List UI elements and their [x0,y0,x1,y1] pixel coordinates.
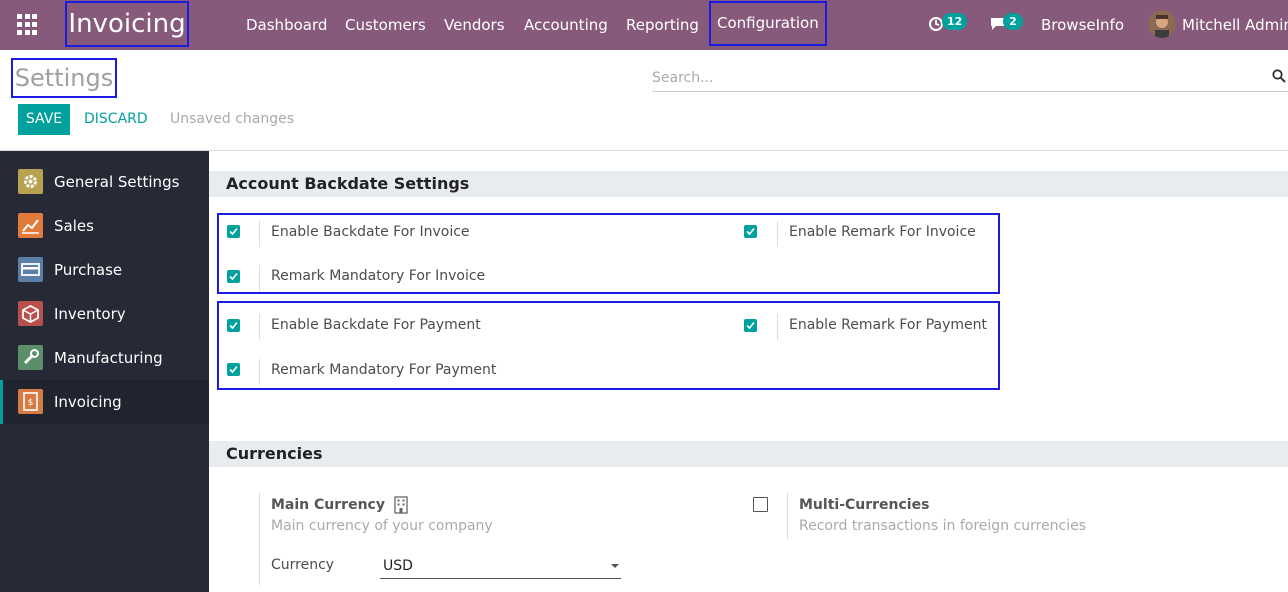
box-icon [18,301,43,326]
currency-field-label: Currency [271,557,335,573]
main-currency-title: Main Currency [271,497,385,513]
section-header-currencies: Currencies [209,441,1288,467]
enable-remark-invoice-checkbox[interactable] [744,225,757,238]
sidebar-item-inventory[interactable]: Inventory [0,292,209,336]
divider [259,314,260,340]
divider [259,493,260,585]
menu-accounting[interactable]: Accounting [524,0,608,50]
card-icon [18,257,43,282]
messages-badge: 2 [1003,13,1023,30]
user-avatar[interactable] [1148,10,1176,38]
chart-icon [18,213,43,238]
settings-sidebar: General Settings Sales Purchase Inventor… [0,151,209,592]
sidebar-item-label: General Settings [54,173,180,191]
remark-mandatory-invoice-label: Remark Mandatory For Invoice [271,268,486,284]
enable-remark-payment-checkbox[interactable] [744,319,757,332]
divider [787,493,788,539]
enable-backdate-invoice-checkbox[interactable] [227,225,240,238]
sidebar-item-label: Sales [54,217,94,235]
enable-backdate-payment-label: Enable Backdate For Payment [271,317,481,333]
app-brand[interactable]: Invoicing [65,1,189,47]
section-title: Currencies [226,444,323,463]
multi-currencies-title: Multi-Currencies [799,497,930,513]
enable-backdate-payment-checkbox[interactable] [227,319,240,332]
gear-icon [18,169,43,194]
invoice-icon: $ [18,389,43,414]
section-title: Account Backdate Settings [226,174,470,193]
building-icon [394,496,408,514]
user-menu[interactable]: Mitchell Admin [1182,0,1288,50]
menu-vendors[interactable]: Vendors [444,0,505,50]
menu-dashboard[interactable]: Dashboard [246,0,327,50]
enable-remark-payment-label: Enable Remark For Payment [789,317,987,333]
unsaved-status: Unsaved changes [170,111,295,127]
divider [777,221,778,247]
multi-currencies-description: Record transactions in foreign currencie… [799,518,1087,534]
sidebar-item-sales[interactable]: Sales [0,204,209,248]
multi-currencies-checkbox[interactable] [753,497,768,512]
divider [259,265,260,291]
apps-menu-icon[interactable] [17,14,38,35]
sidebar-item-label: Purchase [54,261,123,279]
sidebar-item-invoicing[interactable]: $ Invoicing [0,380,209,424]
company-switcher[interactable]: BrowseInfo [1041,0,1124,50]
svg-text:$: $ [28,398,34,408]
sidebar-item-label: Manufacturing [54,349,163,367]
wrench-icon [18,345,43,370]
sidebar-item-manufacturing[interactable]: Manufacturing [0,336,209,380]
sidebar-item-purchase[interactable]: Purchase [0,248,209,292]
search-icon[interactable] [1272,69,1286,83]
section-header-backdate: Account Backdate Settings [209,171,1288,197]
enable-backdate-invoice-label: Enable Backdate For Invoice [271,224,470,240]
search-bar [652,65,1288,92]
menu-customers[interactable]: Customers [345,0,426,50]
remark-mandatory-payment-label: Remark Mandatory For Payment [271,362,497,378]
menu-reporting[interactable]: Reporting [626,0,699,50]
activity-badge: 12 [942,13,968,30]
divider [777,314,778,340]
top-navbar: Invoicing Dashboard Customers Vendors Ac… [0,0,1288,50]
discard-button[interactable]: DISCARD [84,104,148,135]
main-currency-description: Main currency of your company [271,518,493,534]
page-title: Settings [11,58,117,98]
divider [259,359,260,385]
remark-mandatory-payment-checkbox[interactable] [227,363,240,376]
currency-select[interactable]: USD [380,553,621,579]
currency-value: USD [383,558,413,574]
remark-mandatory-invoice-checkbox[interactable] [227,270,240,283]
sidebar-item-label: Invoicing [54,393,122,411]
chevron-down-icon [611,564,619,568]
divider [259,221,260,247]
menu-configuration[interactable]: Configuration [709,1,827,46]
enable-remark-invoice-label: Enable Remark For Invoice [789,224,976,240]
search-input[interactable] [652,65,1262,91]
sidebar-item-general-settings[interactable]: General Settings [0,160,209,204]
save-button[interactable]: SAVE [18,104,70,135]
sidebar-item-label: Inventory [54,305,126,323]
